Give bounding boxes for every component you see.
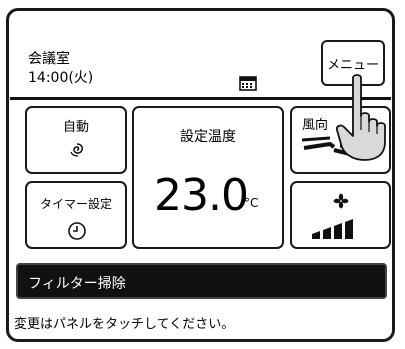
clock-display: 14:00(火) (28, 70, 94, 86)
calendar-icon (239, 76, 257, 91)
menu-button-label: メニュー (326, 57, 379, 73)
fan-icon (333, 193, 349, 209)
room-name: 会議室 (28, 51, 70, 67)
help-message: 変更はパネルをタッチしてください。 (14, 317, 235, 332)
timer-settings-label: タイマー設定 (39, 197, 112, 211)
clock-icon (68, 222, 86, 240)
fan-speed-bars-icon (312, 219, 353, 239)
filter-cleaning-notice: フィルター掃除 (16, 263, 387, 299)
filter-cleaning-text: フィルター掃除 (28, 276, 126, 292)
temperature-unit: °C (244, 196, 259, 210)
swirl-icon (70, 143, 83, 157)
timer-settings-button[interactable]: タイマー設定 (25, 181, 127, 249)
auto-mode-label: 自動 (62, 120, 89, 135)
pointing-hand-icon (335, 74, 386, 161)
set-temperature-title: 設定温度 (180, 129, 236, 145)
auto-mode-button[interactable]: 自動 (25, 106, 127, 174)
set-temperature-panel[interactable]: 設定温度 23.0 °C (132, 106, 284, 249)
fan-speed-button[interactable] (290, 181, 391, 249)
temperature-value: 23.0 (154, 170, 249, 221)
